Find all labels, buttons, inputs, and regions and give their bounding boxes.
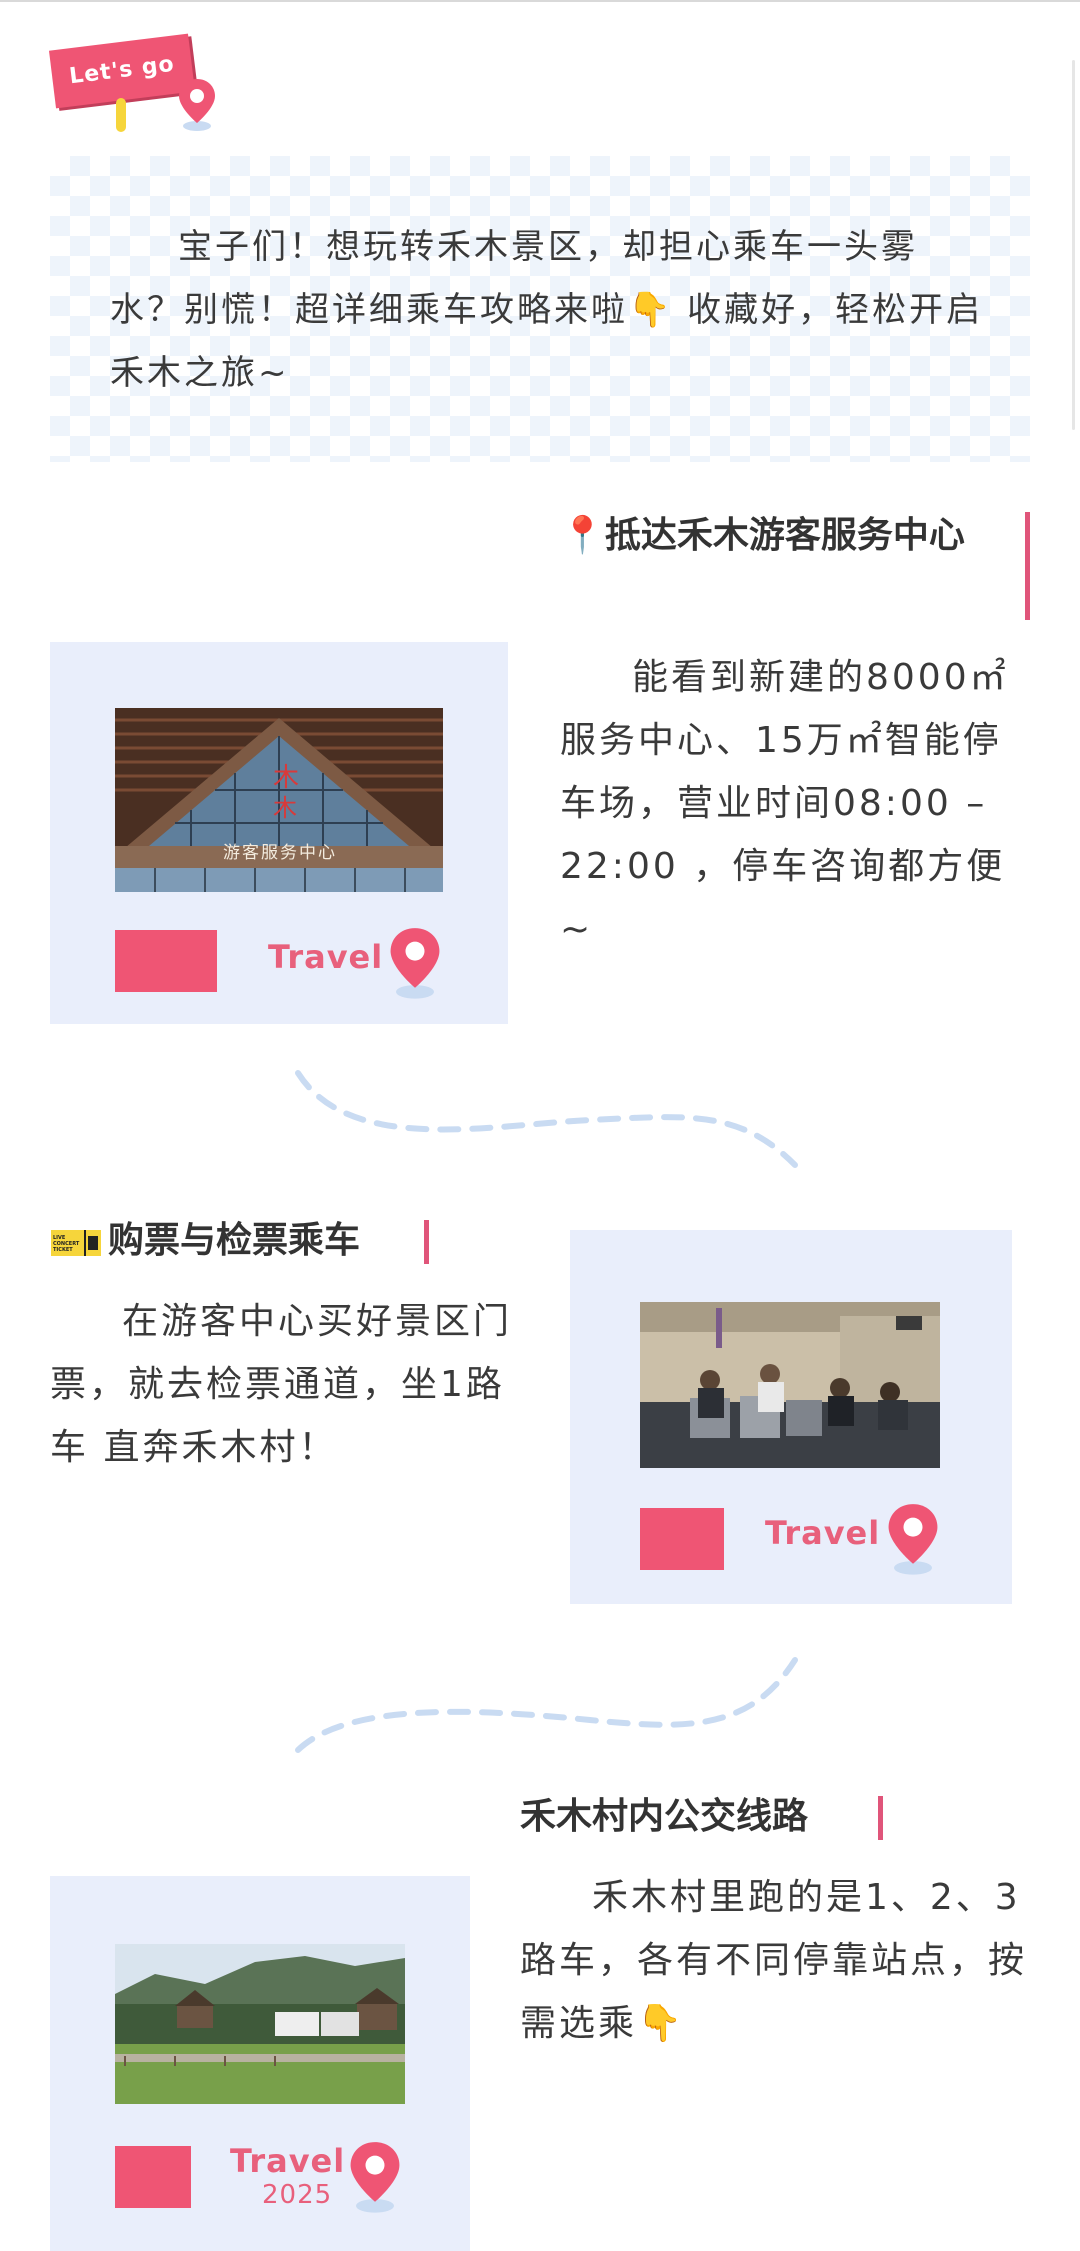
village-bus-photo	[115, 1944, 405, 2104]
pink-block	[640, 1508, 724, 1570]
section-1-heading: 📍抵达禾木游客服务中心	[560, 515, 965, 556]
svg-text:木: 木	[273, 794, 297, 822]
scrollbar[interactable]	[1072, 60, 1075, 430]
section-2-heading: 购票与检票乘车	[108, 1220, 361, 1261]
top-divider	[0, 0, 1080, 2]
photo-sign-text: 游客服务中心	[223, 843, 337, 863]
section-1-text: 能看到新建的8000㎡服务中心、15万㎡智能停车场，营业时间08:00 – 22…	[560, 657, 1009, 950]
wave-divider	[290, 1650, 810, 1760]
ticket-icon: LIVE CONCERT TICKET	[50, 1226, 102, 1264]
wave-divider	[290, 1065, 810, 1175]
ticket-hall-photo	[640, 1302, 940, 1468]
section-3-heading: 禾木村内公交线路	[520, 1796, 809, 1837]
map-pin-icon	[346, 2138, 404, 2218]
pink-block	[115, 930, 217, 992]
heading-accent-bar	[878, 1796, 883, 1840]
svg-text:木: 木	[273, 763, 299, 793]
travel-label: Travel	[268, 938, 384, 976]
map-pin-icon	[176, 76, 218, 136]
heading-accent-bar	[424, 1220, 429, 1264]
section-3-text: 禾木村里跑的是1、2、3路车，各有不同停靠站点，按需选乘👇	[520, 1877, 1028, 2044]
map-pin-icon	[386, 924, 444, 1004]
travel-label: Travel	[765, 1514, 881, 1552]
section-2-text: 在游客中心买好景区门票，就去检票通道，坐1路车 直奔禾木村！	[50, 1301, 513, 1468]
year-label: 2025	[262, 2180, 333, 2210]
pink-block	[115, 2146, 191, 2208]
visitor-center-photo: 木 木	[115, 708, 443, 892]
ticket-icon-text: LIVE CONCERT TICKET	[53, 1235, 80, 1253]
travel-label: Travel	[230, 2142, 346, 2180]
map-pin-icon	[884, 1500, 942, 1580]
intro-text: 宝子们！想玩转禾木景区，却担心乘车一头雾水？别慌！超详细乘车攻略来啦👇 收藏好，…	[110, 227, 984, 393]
heading-accent-bar	[1025, 512, 1030, 620]
tag-stick	[116, 98, 126, 132]
